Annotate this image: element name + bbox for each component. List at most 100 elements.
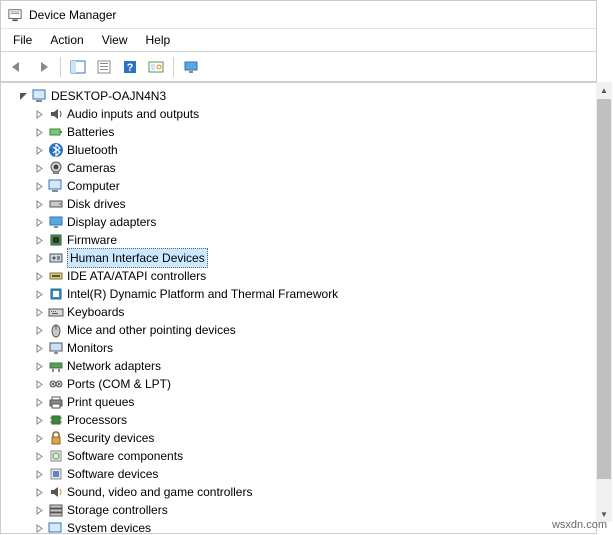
collapse-icon[interactable]: [17, 90, 29, 102]
tree-node-label: Disk drives: [67, 195, 126, 213]
tree-node-label: Cameras: [67, 159, 116, 177]
tree-node-label: Software components: [67, 447, 183, 465]
tree-node[interactable]: Software devices: [3, 465, 594, 483]
tree-node[interactable]: Software components: [3, 447, 594, 465]
tree-node-label: Computer: [67, 177, 120, 195]
mouse-icon: [48, 322, 64, 338]
watermark: wsxdn.com: [552, 519, 607, 531]
expand-icon[interactable]: [33, 144, 45, 156]
tree-node[interactable]: Monitors: [3, 339, 594, 357]
titlebar[interactable]: Device Manager: [1, 1, 596, 29]
scroll-thumb[interactable]: [597, 99, 611, 479]
system-icon: [48, 520, 64, 533]
tree-node[interactable]: Keyboards: [3, 303, 594, 321]
tree-node[interactable]: Sound, video and game controllers: [3, 483, 594, 501]
tree-node-label: Processors: [67, 411, 127, 429]
tree-node[interactable]: Firmware: [3, 231, 594, 249]
computer-icon: [32, 88, 48, 104]
tree-node[interactable]: Processors: [3, 411, 594, 429]
intel-icon: [48, 286, 64, 302]
firmware-icon: [48, 232, 64, 248]
expand-icon[interactable]: [33, 432, 45, 444]
expand-icon[interactable]: [33, 180, 45, 192]
expand-icon[interactable]: [33, 288, 45, 300]
tree-node[interactable]: Storage controllers: [3, 501, 594, 519]
tree-node[interactable]: Human Interface Devices: [3, 249, 594, 267]
tree-node[interactable]: Display adapters: [3, 213, 594, 231]
forward-button[interactable]: [31, 55, 55, 79]
tree-node-label: Audio inputs and outputs: [67, 105, 199, 123]
tree-node[interactable]: Audio inputs and outputs: [3, 105, 594, 123]
tree-node[interactable]: IDE ATA/ATAPI controllers: [3, 267, 594, 285]
expand-icon[interactable]: [33, 126, 45, 138]
tree-node[interactable]: Mice and other pointing devices: [3, 321, 594, 339]
tree-node-label: Security devices: [67, 429, 154, 447]
network-icon: [48, 358, 64, 374]
expand-icon[interactable]: [33, 504, 45, 516]
tree-node-label: Keyboards: [67, 303, 124, 321]
expand-icon[interactable]: [33, 360, 45, 372]
tree-node[interactable]: System devices: [3, 519, 594, 533]
tree-node-label: Mice and other pointing devices: [67, 321, 236, 339]
tree-node[interactable]: Disk drives: [3, 195, 594, 213]
help-button[interactable]: ?: [118, 55, 142, 79]
expand-icon[interactable]: [33, 342, 45, 354]
expand-icon[interactable]: [33, 216, 45, 228]
camera-icon: [48, 160, 64, 176]
tree-node[interactable]: Ports (COM & LPT): [3, 375, 594, 393]
expand-icon[interactable]: [33, 270, 45, 282]
security-icon: [48, 430, 64, 446]
menu-file[interactable]: File: [5, 31, 40, 49]
expand-icon[interactable]: [33, 414, 45, 426]
tree-node[interactable]: Print queues: [3, 393, 594, 411]
svg-text:?: ?: [127, 62, 134, 74]
menu-view[interactable]: View: [94, 31, 136, 49]
back-button[interactable]: [5, 55, 29, 79]
menu-action[interactable]: Action: [42, 31, 91, 49]
expand-icon[interactable]: [33, 108, 45, 120]
tree-node-label: System devices: [67, 519, 151, 533]
keyboard-icon: [48, 304, 64, 320]
tree-node-label: Intel(R) Dynamic Platform and Thermal Fr…: [67, 285, 338, 303]
expand-icon[interactable]: [33, 522, 45, 533]
expand-icon[interactable]: [33, 324, 45, 336]
display-icon: [48, 214, 64, 230]
tree-node[interactable]: Network adapters: [3, 357, 594, 375]
scan-hardware-button[interactable]: [144, 55, 168, 79]
disk-icon: [48, 196, 64, 212]
tree-root-node[interactable]: DESKTOP-OAJN4N3: [3, 87, 594, 105]
cpu-icon: [48, 412, 64, 428]
tree-node[interactable]: Intel(R) Dynamic Platform and Thermal Fr…: [3, 285, 594, 303]
expand-icon[interactable]: [33, 378, 45, 390]
properties-button[interactable]: [92, 55, 116, 79]
expand-icon[interactable]: [33, 486, 45, 498]
tree-node[interactable]: Cameras: [3, 159, 594, 177]
bluetooth-icon: [48, 142, 64, 158]
devices-button[interactable]: [179, 55, 203, 79]
expand-icon[interactable]: [33, 396, 45, 408]
tree-node[interactable]: Computer: [3, 177, 594, 195]
root-label: DESKTOP-OAJN4N3: [51, 87, 166, 105]
expand-icon[interactable]: [33, 468, 45, 480]
expand-icon[interactable]: [33, 162, 45, 174]
softcomp-icon: [48, 448, 64, 464]
expand-icon[interactable]: [33, 306, 45, 318]
tree-node-label: Display adapters: [67, 213, 156, 231]
expand-icon[interactable]: [33, 198, 45, 210]
expand-icon[interactable]: [33, 234, 45, 246]
menu-help[interactable]: Help: [138, 31, 179, 49]
expand-icon[interactable]: [33, 450, 45, 462]
tree-node[interactable]: Bluetooth: [3, 141, 594, 159]
tree-node-label: Firmware: [67, 231, 117, 249]
tree-node-label: Monitors: [67, 339, 113, 357]
expand-icon[interactable]: [33, 252, 45, 264]
menubar: File Action View Help: [1, 29, 596, 51]
monitor-icon: [48, 340, 64, 356]
tree-node-label: Storage controllers: [67, 501, 168, 519]
tree-node-label: Batteries: [67, 123, 114, 141]
tree-node[interactable]: Security devices: [3, 429, 594, 447]
show-hide-tree-button[interactable]: [66, 55, 90, 79]
vertical-scrollbar[interactable]: ▲ ▼: [596, 82, 612, 522]
scroll-up-icon[interactable]: ▲: [596, 82, 612, 98]
tree-node[interactable]: Batteries: [3, 123, 594, 141]
